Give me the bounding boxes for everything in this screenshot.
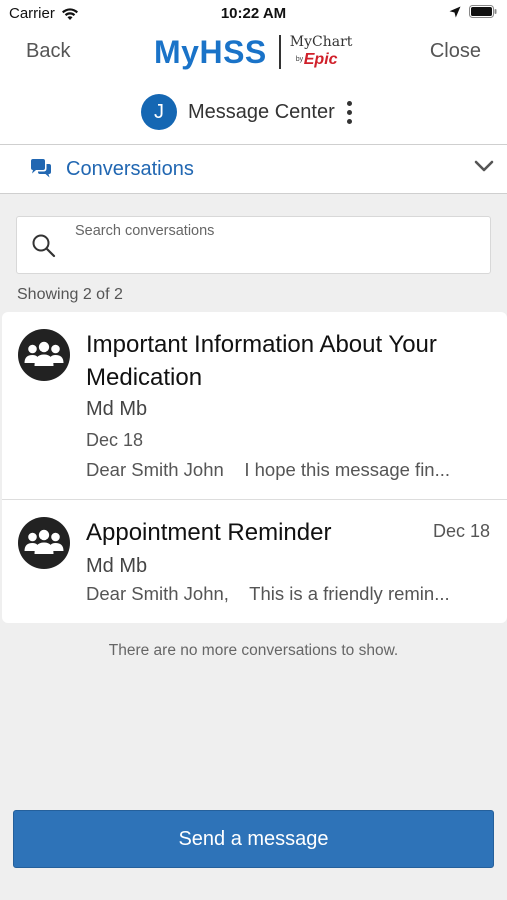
message-center-header: J Message Center [141,94,352,130]
conversation-date: Dec 18 [86,430,144,450]
close-button[interactable]: Close [430,40,481,63]
epic-logo-text: Epic [303,51,338,68]
conversation-preview: Dear Smith John I hope this message fin.… [86,459,451,480]
page-title: Message Center [188,100,335,123]
mychart-epic-logo: MyChart by Epic [289,32,353,72]
brand-name: MyHSS [154,33,267,70]
group-avatar-icon [18,329,70,381]
location-arrow-icon [449,6,461,17]
conversation-item[interactable]: Important Information About Your Medicat… [2,312,507,500]
results-count: Showing 2 of 2 [17,286,123,303]
group-avatar-icon [18,517,70,569]
search-icon [32,234,56,258]
back-button[interactable]: Back [26,40,70,63]
conversation-sender: Md Mb [86,398,148,420]
conversation-title: Appointment Reminder [86,519,332,546]
more-options-icon[interactable] [346,100,352,124]
conversations-label: Conversations [66,158,194,180]
conversations-dropdown[interactable]: Conversations [0,144,507,194]
mychart-logo-by: by [295,56,304,63]
status-time: 10:22 AM [220,5,287,22]
status-indicators [449,5,497,18]
conversation-preview: Dear Smith John, This is a friendly remi… [86,583,450,604]
app-header: Back MyHSS MyChart by Epic Close J Messa… [0,28,507,144]
brand-divider [278,35,281,69]
search-input[interactable] [75,223,475,239]
conversation-sender: Md Mb [86,555,148,577]
conversation-item[interactable]: Appointment Reminder Dec 18 Md Mb Dear S… [2,500,507,623]
conversation-date: Dec 18 [432,521,490,541]
brand-logo: MyHSS MyChart by Epic [154,32,352,72]
send-message-button[interactable]: Send a message [13,810,494,868]
mychart-logo-text: MyChart [289,34,353,50]
chat-bubbles-icon [31,159,51,178]
end-of-list-message: There are no more conversations to show. [108,642,399,659]
battery-icon [469,5,497,18]
chevron-down-icon [474,160,494,172]
avatar[interactable]: J [141,94,177,130]
status-bar: Carrier 10:22 AM [0,0,507,28]
conversation-list: Important Information About Your Medicat… [2,312,507,623]
search-box[interactable] [16,216,491,274]
conversation-title: Important Information About Your Medicat… [86,331,437,391]
